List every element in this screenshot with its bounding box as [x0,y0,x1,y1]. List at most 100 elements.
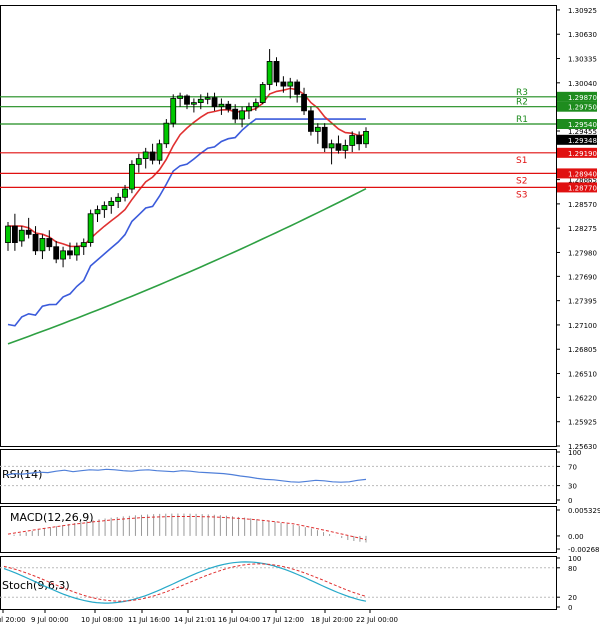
price-tick-label: 1.25630 [568,443,597,451]
candle [87,209,94,247]
candle-body [32,233,39,252]
price-tick-label: 1.30925 [568,7,597,15]
time-tick-label: 16 Jul 04:00 [218,616,260,624]
candle-body [163,122,170,145]
candle-body [225,103,232,110]
macd-tick-label: 0.005329 [568,507,600,515]
candle-body [67,250,73,256]
level-price-label: 1.29750 [568,104,597,112]
price-tick-label: 1.30630 [568,31,597,39]
price-tick-label: 1.28570 [568,201,597,209]
level-price-label: 1.29190 [568,150,597,158]
candle-body [294,81,301,95]
time-tick-label: 9 Jul 00:00 [31,616,69,624]
level-name-s3: S3 [516,190,527,200]
level-name-r3: R3 [516,88,528,98]
candle [129,160,135,194]
price-tick-label: 1.29455 [568,128,597,136]
candle-body [11,225,18,243]
candle-body [18,229,25,242]
time-tick-label: 10 Jul 08:00 [81,616,123,624]
candle-body [170,98,177,124]
candle-body [197,98,204,103]
candle-body [273,61,280,83]
price-tick-label: 1.27100 [568,322,597,330]
candle-body [314,126,321,132]
candle-body [122,188,128,198]
candle-body [5,225,11,243]
candle-body [211,97,218,108]
price-tick-label: 1.25925 [568,419,597,427]
candle-body [349,135,356,146]
rsi-tick-label: 70 [568,463,577,471]
candle [321,123,328,152]
candle-body [246,106,252,112]
price-tick-label: 1.27395 [568,298,597,306]
candle-body [259,84,266,103]
candle-body [232,108,239,120]
candle-body [363,131,369,145]
candle-body [39,238,46,252]
candle-body [190,102,197,105]
candle-body [301,93,307,112]
price-tick-label: 1.28275 [568,225,597,233]
price-tick-label: 1.30335 [568,56,597,64]
time-tick-label: 17 Jul 12:00 [262,616,304,624]
rsi-tick-label: 0 [568,497,572,505]
candle-body [115,196,122,202]
stoch-label: Stoch(9,6,3) [2,579,70,592]
candle-body [25,229,32,235]
level-price-label: 1.29540 [568,121,597,129]
price-tick-label: 1.27690 [568,273,597,281]
candle-body [142,151,149,159]
candle-body [321,126,328,149]
price-tick-label: 1.27980 [568,249,597,257]
candle-body [218,103,225,108]
candle-body [135,158,142,165]
candle-body [53,246,60,260]
stoch-tick-label: 20 [568,594,577,602]
time-tick-label: 14 Jul 21:01 [174,616,216,624]
level-name-r1: R1 [516,115,528,125]
candle-body [149,151,156,161]
time-tick-label: 8 Jul 20:00 [0,616,26,624]
time-tick-label: 11 Jul 16:00 [128,616,170,624]
price-tick-label: 1.26220 [568,394,597,402]
level-price-label: 1.29870 [568,94,597,102]
stoch-tick-label: 80 [568,565,577,573]
level-name-s1: S1 [516,156,527,166]
time-tick-label: 22 Jul 00:00 [356,616,398,624]
stoch-tick-label: 0 [568,604,572,612]
candle-body [266,61,273,85]
candle-body [94,209,101,215]
candle-body [239,110,245,120]
candle-body [156,143,163,161]
candle-body [46,238,53,248]
candle-body [184,95,190,105]
candle [259,82,266,105]
candle-body [204,97,211,100]
macd-tick-label: 0.00 [568,533,584,541]
candle [273,57,280,87]
macd-tick-label: -0.002689 [568,546,600,554]
candle-body [87,213,94,243]
price-tick-label: 1.26805 [568,346,597,354]
candle-body [335,143,342,151]
candle-body [342,145,349,151]
level-name-r2: R2 [516,98,528,108]
candle-body [60,250,66,260]
candle [308,106,314,136]
chart-canvas: R3R2R1S1S2S3 RSI(14) 10070300 MACD(12,26… [0,0,600,626]
price-tick-label: 1.30040 [568,80,597,88]
level-price-label: 1.28940 [568,170,597,178]
rsi-tick-label: 30 [568,483,577,491]
candle-body [129,163,135,190]
candle-body [280,81,287,87]
price-tick-label: 1.26510 [568,371,597,379]
candle-body [356,135,363,145]
current-price-label: 1.29348 [568,137,597,145]
candle-body [80,242,87,248]
level-name-s2: S2 [516,176,527,186]
candle-body [252,102,259,108]
candle-body [328,143,335,149]
